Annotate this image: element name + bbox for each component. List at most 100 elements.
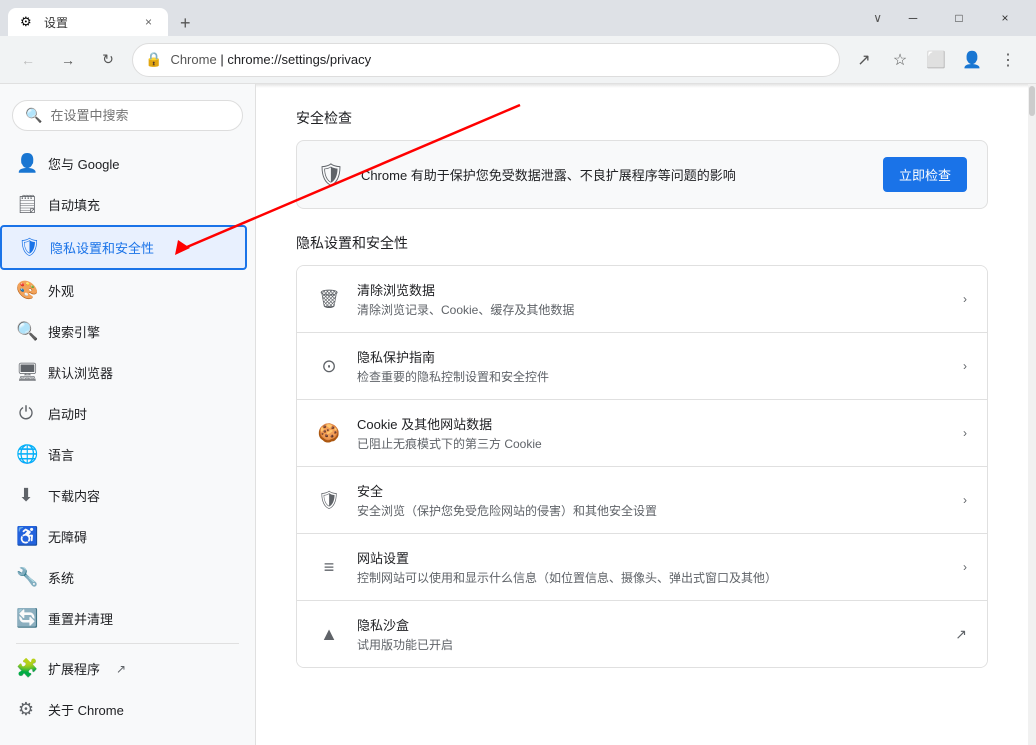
item-title-privacy-sandbox: 隐私沙盒 [357, 615, 939, 634]
minimize-button[interactable]: ─ [890, 2, 936, 34]
check-now-button[interactable]: 立即检查 [883, 157, 967, 192]
arrow-icon-security: › [963, 493, 967, 507]
forward-button[interactable]: → [52, 44, 84, 76]
sidebar-icon-language: 🌐 [16, 444, 36, 465]
back-button[interactable]: ← [12, 44, 44, 76]
privacy-item-privacy-sandbox[interactable]: ▲ 隐私沙盒 试用版功能已开启 ↗ [297, 601, 987, 667]
sidebar-icon-search: 🔍 [16, 321, 36, 342]
url-text: Chrome | chrome://settings/privacy [170, 52, 827, 67]
settings-tab[interactable]: ⚙ 设置 × [8, 8, 168, 36]
item-text-privacy-sandbox: 隐私沙盒 试用版功能已开启 [357, 615, 939, 653]
sidebar-label-extensions: 扩展程序 [48, 659, 100, 678]
item-desc-privacy-sandbox: 试用版功能已开启 [357, 636, 939, 653]
chrome-menu-button[interactable]: ⋮ [992, 44, 1024, 76]
window-controls: ─ □ × [890, 2, 1028, 34]
privacy-section: 隐私设置和安全性 🗑 清除浏览数据 清除浏览记录、Cookie、缓存及其他数据 … [296, 233, 988, 668]
sidebar-item-startup[interactable]: ⏻ 启动时 [0, 393, 247, 434]
item-icon-cookies: 🍪 [317, 423, 341, 444]
item-icon-privacy-sandbox: ▲ [317, 624, 341, 645]
item-title-privacy-guide: 隐私保护指南 [357, 347, 947, 366]
sidebar-label-system: 系统 [48, 568, 74, 587]
title-bar: ⚙ 设置 × + ∨ ─ □ × [0, 0, 1036, 36]
account-button[interactable]: 👤 [956, 44, 988, 76]
sidebar-item-privacy[interactable]: 🛡 隐私设置和安全性 [0, 225, 247, 270]
item-icon-privacy-guide: ⊙ [317, 356, 341, 377]
item-icon-site-settings: ≡ [317, 557, 341, 578]
arrow-icon-clear-data: › [963, 292, 967, 306]
sidebar-label-google: 您与 Google [48, 154, 120, 173]
item-title-site-settings: 网站设置 [357, 548, 947, 567]
item-desc-site-settings: 控制网站可以使用和显示什么信息（如位置信息、摄像头、弹出式窗口及其他） [357, 569, 947, 586]
safety-description: Chrome 有助于保护您免受数据泄露、不良扩展程序等问题的影响 [361, 165, 867, 184]
search-icon: 🔍 [25, 107, 42, 124]
bookmark-button[interactable]: ☆ [884, 44, 916, 76]
item-title-cookies: Cookie 及其他网站数据 [357, 414, 947, 433]
reload-button[interactable]: ↻ [92, 44, 124, 76]
url-bar[interactable]: 🔒 Chrome | chrome://settings/privacy [132, 43, 840, 77]
safety-card: 🛡 Chrome 有助于保护您免受数据泄露、不良扩展程序等问题的影响 立即检查 [296, 140, 988, 209]
sidebar-item-google[interactable]: 👤 您与 Google [0, 143, 247, 184]
sidebar-label-reset: 重置并清理 [48, 609, 113, 628]
content-scrollbar[interactable] [1028, 84, 1036, 745]
tab-close-button[interactable]: × [141, 13, 156, 31]
sidebar-item-autofill[interactable]: 🗒 自动填充 [0, 184, 247, 225]
sidebar-label-autofill: 自动填充 [48, 195, 100, 214]
sidebar-scroll: 👤 您与 Google 🗒 自动填充 🛡 隐私设置和安全性 🎨 外观 🔍 搜索引… [0, 143, 255, 745]
tab-area: ⚙ 设置 × + [8, 0, 865, 36]
sidebar-item-appearance[interactable]: 🎨 外观 [0, 270, 247, 311]
safety-check-section: 安全检查 🛡 Chrome 有助于保护您免受数据泄露、不良扩展程序等问题的影响 … [296, 108, 988, 209]
chrome-menu-chevron[interactable]: ∨ [865, 11, 890, 25]
tab-search-button[interactable]: ⬜ [920, 44, 952, 76]
window-close-button[interactable]: × [982, 2, 1028, 34]
item-text-clear-data: 清除浏览数据 清除浏览记录、Cookie、缓存及其他数据 [357, 280, 947, 318]
privacy-settings-list: 🗑 清除浏览数据 清除浏览记录、Cookie、缓存及其他数据 › ⊙ 隐私保护指… [296, 265, 988, 668]
sidebar-item-reset[interactable]: 🔄 重置并清理 [0, 598, 247, 639]
sidebar-item-accessibility[interactable]: ♿ 无障碍 [0, 516, 247, 557]
sidebar-icon-about: ⚙ [16, 699, 36, 720]
item-icon-clear-data: 🗑 [317, 289, 341, 310]
arrow-icon-site-settings: › [963, 560, 967, 574]
sidebar: 🔍 👤 您与 Google 🗒 自动填充 🛡 隐私设置和安全性 🎨 外观 🔍 搜… [0, 84, 256, 745]
privacy-item-privacy-guide[interactable]: ⊙ 隐私保护指南 检查重要的隐私控制设置和安全控件 › [297, 333, 987, 400]
arrow-icon-cookies: › [963, 426, 967, 440]
sidebar-icon-reset: 🔄 [16, 608, 36, 629]
item-desc-security: 安全浏览（保护您免受危险网站的侵害）和其他安全设置 [357, 502, 947, 519]
arrow-icon-privacy-guide: › [963, 359, 967, 373]
toolbar-right: ↗ ☆ ⬜ 👤 ⋮ [848, 44, 1024, 76]
scrollbar-thumb[interactable] [1029, 86, 1035, 116]
content-inner: 安全检查 🛡 Chrome 有助于保护您免受数据泄露、不良扩展程序等问题的影响 … [256, 88, 1028, 684]
lock-icon: 🔒 [145, 51, 162, 68]
privacy-item-site-settings[interactable]: ≡ 网站设置 控制网站可以使用和显示什么信息（如位置信息、摄像头、弹出式窗口及其… [297, 534, 987, 601]
safety-check-title: 安全检查 [296, 108, 988, 128]
search-input[interactable] [50, 108, 230, 123]
tab-title: 设置 [44, 14, 133, 31]
sidebar-item-language[interactable]: 🌐 语言 [0, 434, 247, 475]
url-path: chrome://settings/privacy [227, 52, 371, 67]
sidebar-item-extensions[interactable]: 🧩 扩展程序 ↗ [0, 648, 247, 689]
privacy-item-clear-data[interactable]: 🗑 清除浏览数据 清除浏览记录、Cookie、缓存及其他数据 › [297, 266, 987, 333]
sidebar-label-privacy: 隐私设置和安全性 [50, 238, 154, 257]
new-tab-button[interactable]: + [172, 11, 199, 36]
item-text-privacy-guide: 隐私保护指南 检查重要的隐私控制设置和安全控件 [357, 347, 947, 385]
item-desc-clear-data: 清除浏览记录、Cookie、缓存及其他数据 [357, 301, 947, 318]
sidebar-label-language: 语言 [48, 445, 74, 464]
privacy-item-cookies[interactable]: 🍪 Cookie 及其他网站数据 已阻止无痕模式下的第三方 Cookie › [297, 400, 987, 467]
sidebar-item-system[interactable]: 🔧 系统 [0, 557, 247, 598]
content-area: 安全检查 🛡 Chrome 有助于保护您免受数据泄露、不良扩展程序等问题的影响 … [256, 84, 1028, 745]
main-layout: 🔍 👤 您与 Google 🗒 自动填充 🛡 隐私设置和安全性 🎨 外观 🔍 搜… [0, 84, 1036, 745]
sidebar-icon-downloads: ⬇ [16, 485, 36, 506]
external-icon-privacy-sandbox: ↗ [955, 626, 967, 643]
privacy-item-security[interactable]: 🛡 安全 安全浏览（保护您免受危险网站的侵害）和其他安全设置 › [297, 467, 987, 534]
share-button[interactable]: ↗ [848, 44, 880, 76]
sidebar-label-browser: 默认浏览器 [48, 363, 113, 382]
sidebar-label-startup: 启动时 [48, 404, 87, 423]
item-icon-security: 🛡 [317, 490, 341, 511]
sidebar-item-browser[interactable]: 🖥 默认浏览器 [0, 352, 247, 393]
sidebar-label-appearance: 外观 [48, 281, 74, 300]
maximize-button[interactable]: □ [936, 2, 982, 34]
tab-favicon: ⚙ [20, 14, 36, 30]
sidebar-item-search[interactable]: 🔍 搜索引擎 [0, 311, 247, 352]
item-title-security: 安全 [357, 481, 947, 500]
sidebar-item-downloads[interactable]: ⬇ 下载内容 [0, 475, 247, 516]
sidebar-item-about[interactable]: ⚙ 关于 Chrome [0, 689, 247, 730]
